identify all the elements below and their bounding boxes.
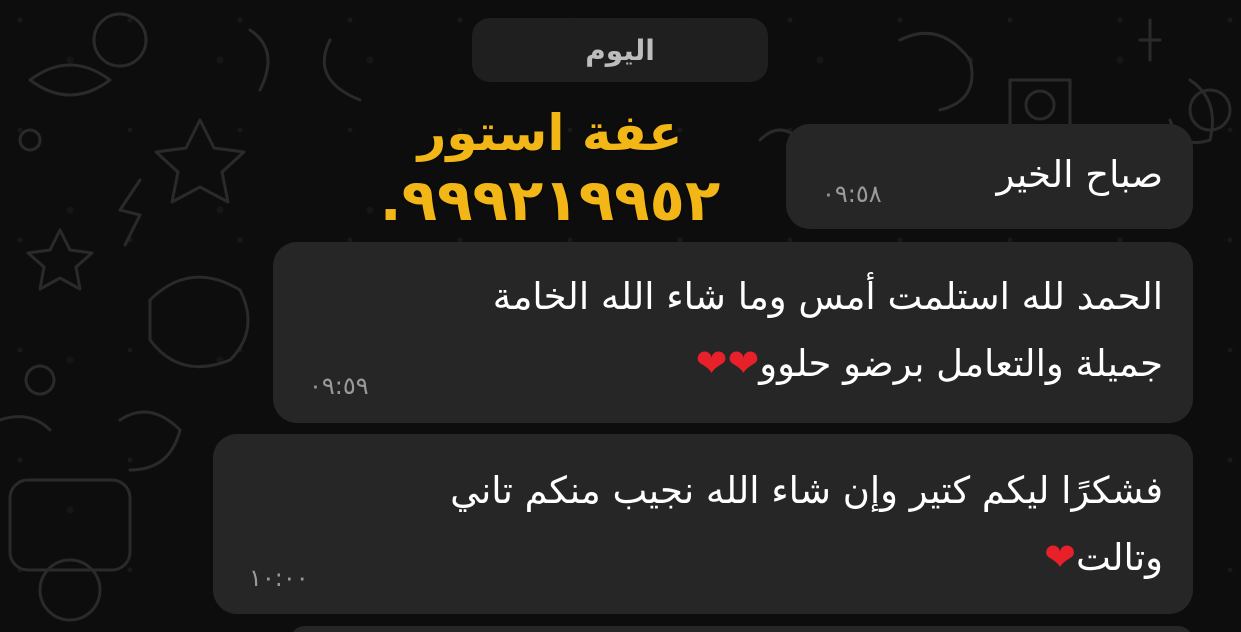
date-divider: اليوم [472, 18, 768, 82]
message-text: صباح الخير [996, 142, 1163, 208]
message-line-with-emoji: وتالت❤ [450, 524, 1163, 591]
message-line: صباح الخير [996, 153, 1163, 196]
message-text: فشكرًا ليكم كتير وإن شاء الله نجيب منكم … [450, 458, 1163, 591]
message-line: فشكرًا ليكم كتير وإن شاء الله نجيب منكم … [450, 469, 1163, 512]
message-line: الحمد لله استلمت أمس وما شاء الله الخامة [492, 275, 1163, 318]
message-text: الحمد لله استلمت أمس وما شاء الله الخامة… [493, 264, 1163, 397]
message-line: جميلة والتعامل برضو حلوو [759, 342, 1163, 385]
store-name-watermark: عفة استور [417, 104, 683, 162]
message-time: ٠٩:٥٨ [822, 180, 882, 208]
message-line-with-emoji: جميلة والتعامل برضو حلوو❤❤ [493, 330, 1163, 397]
message-time: ٠٩:٥٩ [309, 372, 369, 400]
message-bubble[interactable]: صباح الخير ٠٩:٥٨ [786, 124, 1193, 229]
heart-emoji-icon: ❤ [1044, 535, 1076, 579]
message-line: وتالت [1075, 536, 1163, 579]
heart-emoji-icon: ❤ [727, 341, 760, 385]
store-phone-watermark: .٩٩٩٢١٩٩٥٢ [379, 166, 721, 234]
message-bubble[interactable]: الحمد لله استلمت أمس وما شاء الله الخامة… [273, 242, 1193, 423]
message-bubble[interactable]: فشكرًا ليكم كتير وإن شاء الله نجيب منكم … [213, 434, 1193, 614]
message-bubble-partial[interactable] [290, 626, 1193, 632]
heart-emoji-icon: ❤ [695, 341, 728, 385]
message-time: ١٠:٠٠ [249, 564, 309, 592]
